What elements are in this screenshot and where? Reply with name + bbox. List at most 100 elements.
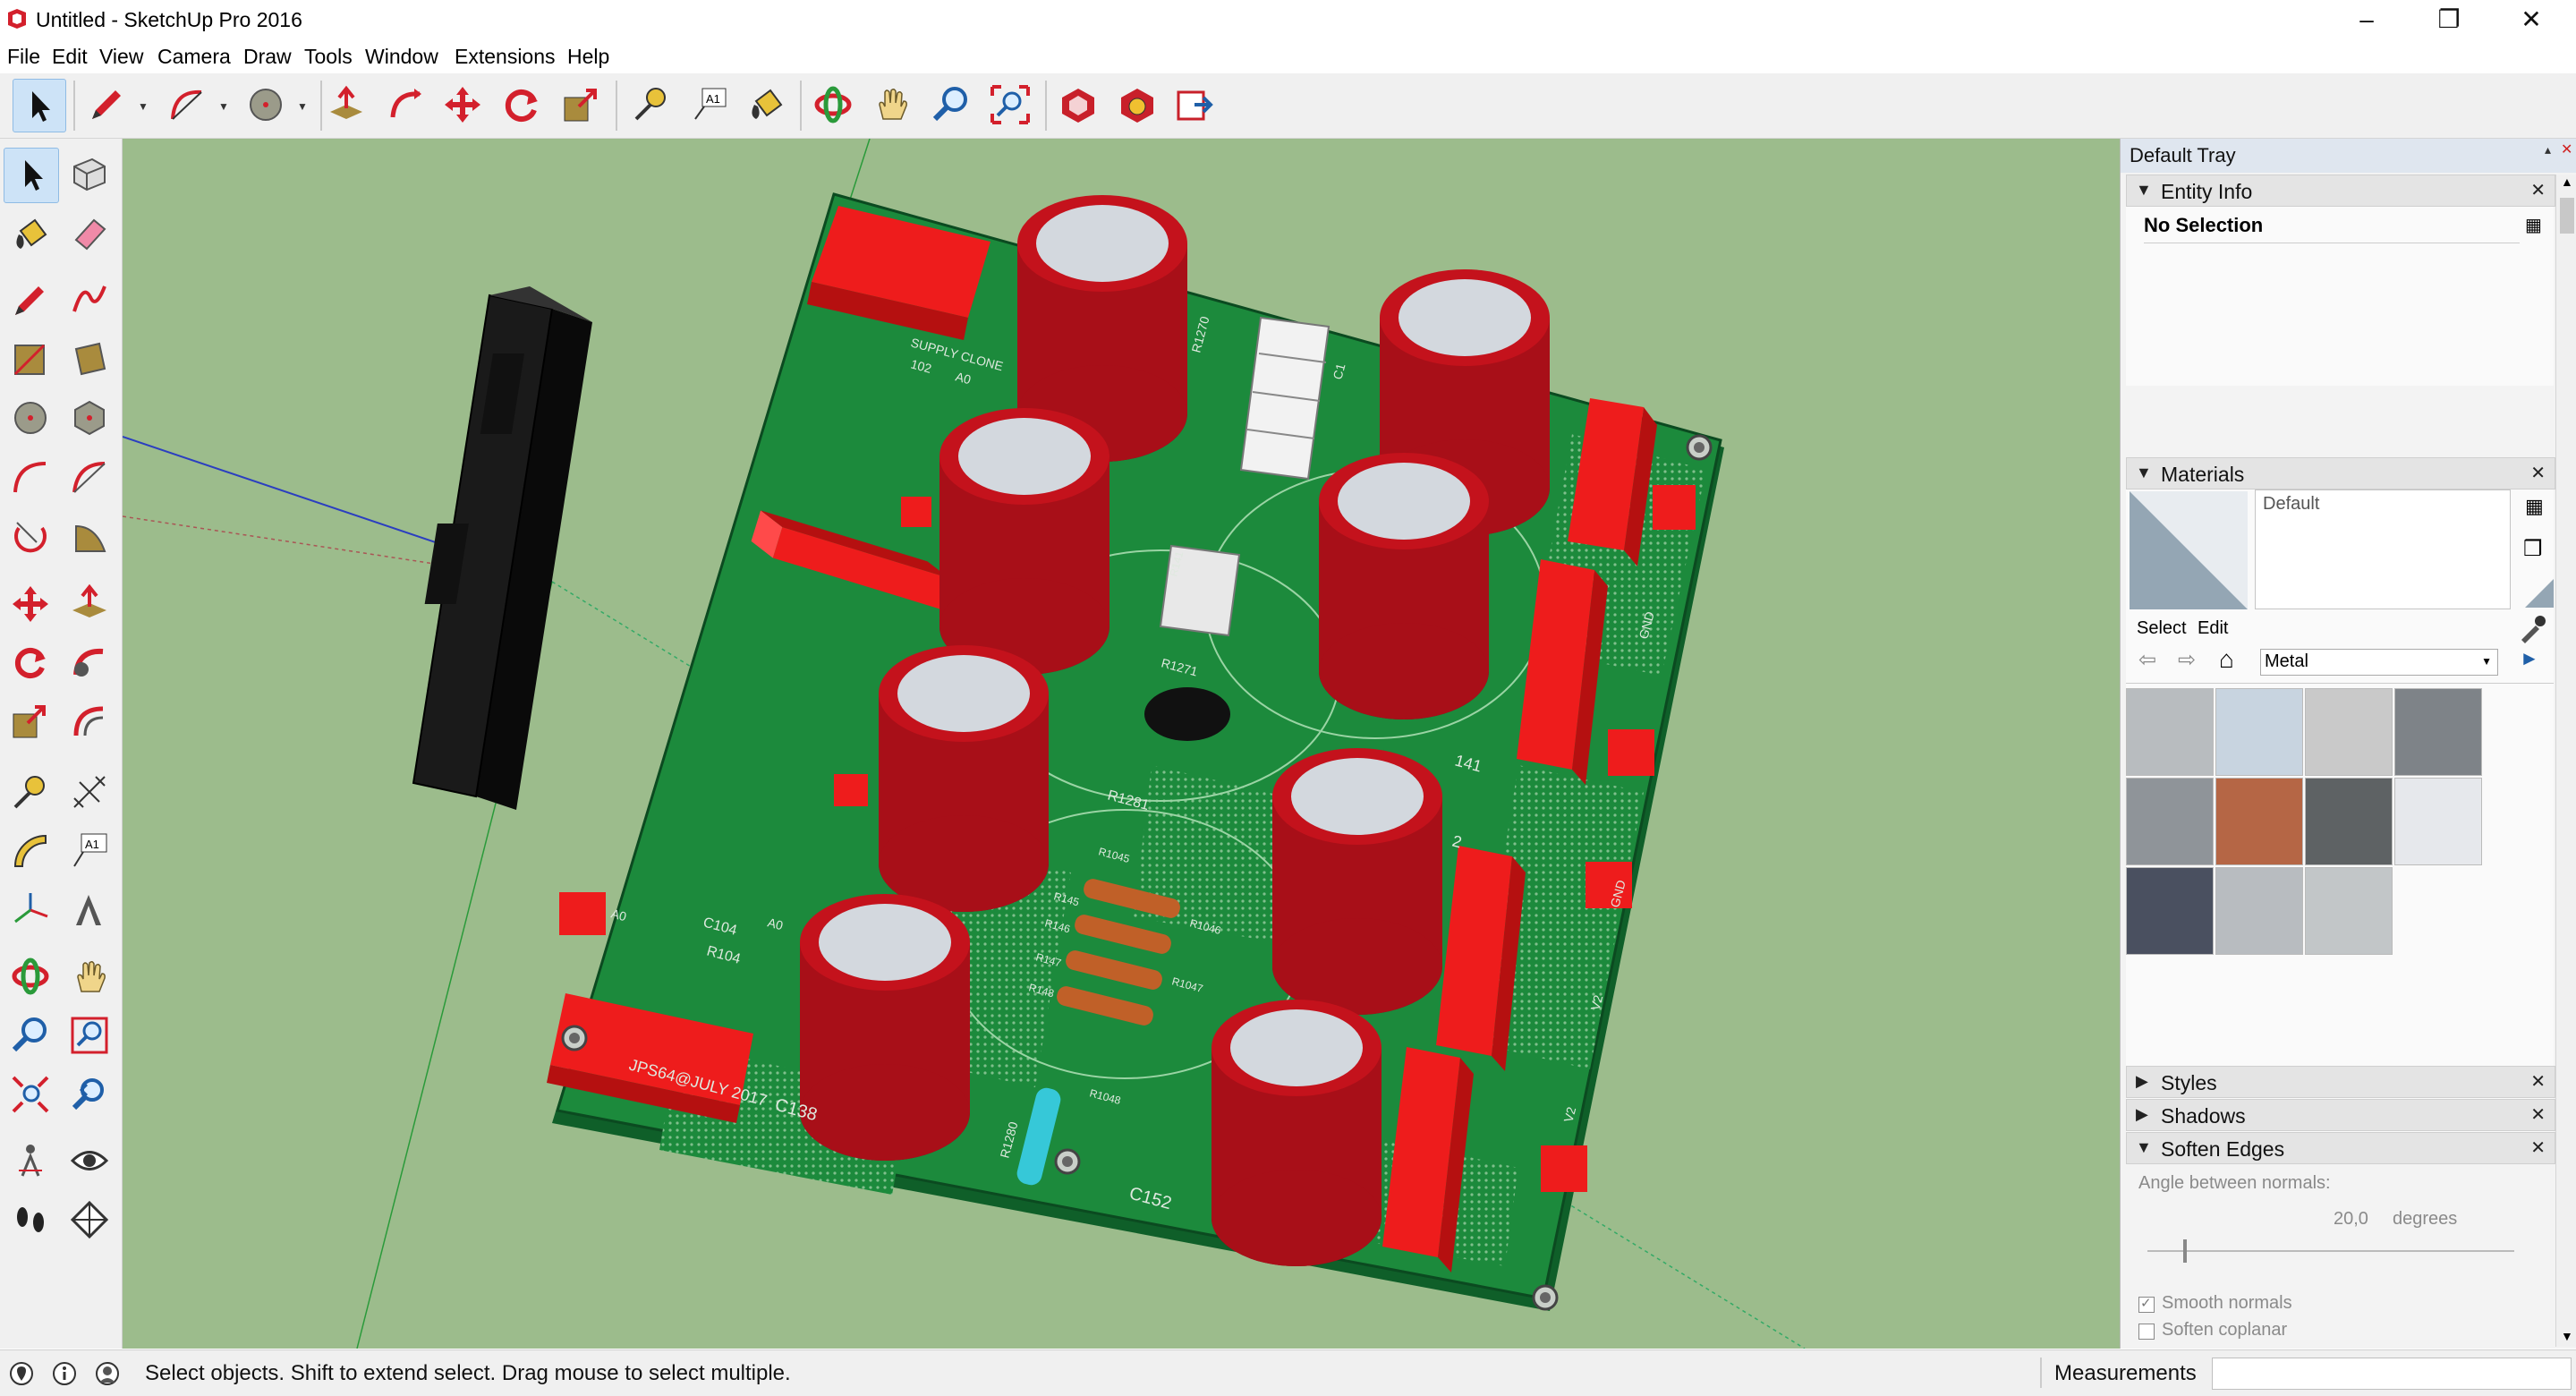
- shadows-panel-header[interactable]: ▶ Shadows ✕: [2126, 1099, 2555, 1131]
- material-swatch[interactable]: [2394, 688, 2482, 776]
- lt-look-around-button[interactable]: [63, 1134, 116, 1187]
- lt-2point-arc-button[interactable]: [63, 450, 116, 504]
- pencil-dropdown-icon[interactable]: ▼: [138, 100, 149, 113]
- small-component[interactable]: [1653, 485, 1696, 530]
- credits-info-icon[interactable]: [52, 1361, 77, 1386]
- extension-warehouse-button[interactable]: [1111, 79, 1163, 131]
- lt-pencil-button[interactable]: [4, 273, 57, 327]
- menu-help[interactable]: Help: [567, 45, 609, 69]
- lt-polygon-button[interactable]: [63, 391, 116, 445]
- small-component[interactable]: [1608, 729, 1654, 776]
- pencil-tool-button[interactable]: [81, 79, 132, 131]
- select-tool-button[interactable]: [13, 79, 66, 132]
- text-tool-button[interactable]: A1: [684, 79, 735, 131]
- rotate-tool-button[interactable]: [496, 79, 548, 131]
- capacitor[interactable]: [879, 645, 1049, 912]
- lt-3d-text-button[interactable]: [63, 883, 116, 937]
- panel-close-icon[interactable]: ✕: [2530, 1103, 2546, 1126]
- lt-zoom-button[interactable]: [4, 1009, 57, 1062]
- home-icon[interactable]: ⌂: [2219, 645, 2234, 674]
- zoom-tool-button[interactable]: [925, 79, 977, 131]
- menu-extensions[interactable]: Extensions: [455, 45, 556, 69]
- menu-window[interactable]: Window: [365, 45, 438, 69]
- material-swatch[interactable]: [2394, 778, 2482, 865]
- lt-arc-button[interactable]: [4, 450, 57, 504]
- menu-draw[interactable]: Draw: [243, 45, 292, 69]
- geo-location-icon[interactable]: [9, 1361, 34, 1386]
- lt-rectangle-button[interactable]: [4, 332, 57, 386]
- capacitor[interactable]: [800, 894, 970, 1161]
- paint-with-default-icon[interactable]: ❒: [2523, 536, 2543, 562]
- material-swatch[interactable]: [2215, 778, 2303, 865]
- smooth-normals-checkbox[interactable]: ✓: [2138, 1296, 2155, 1313]
- lt-position-camera-button[interactable]: [4, 1134, 57, 1187]
- material-swatch[interactable]: [2126, 688, 2214, 776]
- heatsink-module[interactable]: [412, 286, 592, 810]
- transistor[interactable]: [1144, 687, 1230, 741]
- small-component[interactable]: [834, 774, 868, 806]
- tape-measure-tool-button[interactable]: [625, 79, 676, 131]
- entity-info-panel-header[interactable]: ▼ Entity Info ✕: [2126, 174, 2555, 207]
- create-material-icon[interactable]: ▦: [2525, 495, 2544, 518]
- eyedropper-icon[interactable]: [2516, 613, 2548, 645]
- soften-edges-panel-header[interactable]: ▼ Soften Edges ✕: [2126, 1132, 2555, 1164]
- edit-tab[interactable]: Edit: [2198, 618, 2228, 639]
- material-swatch[interactable]: [2126, 778, 2214, 865]
- lt-rotate-button[interactable]: [4, 636, 57, 690]
- arc-dropdown-icon[interactable]: ▼: [218, 100, 229, 113]
- scene-canvas[interactable]: SUPPLY CLONE JPS64@JULY 2017 C138 C152 C…: [123, 139, 2120, 1349]
- lt-previous-view-button[interactable]: [63, 1068, 116, 1121]
- panel-close-icon[interactable]: ✕: [2530, 1136, 2546, 1159]
- lt-eraser-button[interactable]: [63, 207, 116, 260]
- forward-arrow-icon[interactable]: ⇨: [2178, 647, 2196, 673]
- menu-camera[interactable]: Camera: [157, 45, 231, 69]
- lt-orbit-button[interactable]: [4, 949, 57, 1003]
- angle-slider-thumb[interactable]: [2183, 1239, 2187, 1263]
- menu-tools[interactable]: Tools: [304, 45, 353, 69]
- lt-rotated-rectangle-button[interactable]: [63, 332, 116, 386]
- arc-tool-button[interactable]: [161, 79, 213, 131]
- lt-freehand-button[interactable]: [63, 273, 116, 327]
- zoom-extents-tool-button[interactable]: [984, 79, 1036, 131]
- soften-coplanar-checkbox[interactable]: [2138, 1324, 2155, 1340]
- lt-push-pull-button[interactable]: [63, 577, 116, 631]
- scroll-up-icon[interactable]: ▲: [2561, 174, 2573, 189]
- lt-zoom-extents-button[interactable]: [4, 1068, 57, 1121]
- move-tool-button[interactable]: [437, 79, 489, 131]
- lt-section-plane-button[interactable]: [63, 1193, 116, 1247]
- scroll-down-icon[interactable]: ▼: [2561, 1329, 2573, 1343]
- back-arrow-icon[interactable]: ⇦: [2138, 647, 2156, 673]
- lt-scale-button[interactable]: [4, 695, 57, 749]
- pan-tool-button[interactable]: [866, 79, 918, 131]
- push-pull-tool-button[interactable]: [320, 79, 372, 131]
- lt-walk-button[interactable]: [4, 1193, 57, 1247]
- capacitor[interactable]: [1319, 453, 1489, 719]
- small-component[interactable]: [559, 892, 606, 935]
- materials-panel-header[interactable]: ▼ Materials ✕: [2126, 457, 2555, 489]
- scale-tool-button[interactable]: [555, 79, 607, 131]
- measurements-field[interactable]: [2212, 1358, 2572, 1390]
- panel-close-icon[interactable]: ✕: [2530, 462, 2546, 484]
- material-swatch[interactable]: [2305, 778, 2393, 865]
- styles-panel-header[interactable]: ▶ Styles ✕: [2126, 1066, 2555, 1098]
- collection-dropdown[interactable]: Metal ▼: [2260, 649, 2498, 676]
- send-to-layout-button[interactable]: [1169, 79, 1220, 131]
- restore-button[interactable]: ❐: [2408, 0, 2490, 41]
- scroll-thumb[interactable]: [2560, 198, 2574, 234]
- tray-close-icon[interactable]: ✕: [2561, 140, 2572, 158]
- lt-tape-measure-button[interactable]: [4, 765, 57, 819]
- small-component[interactable]: [1541, 1145, 1587, 1192]
- material-swatch[interactable]: [2215, 688, 2303, 776]
- 3d-warehouse-button[interactable]: [1052, 79, 1104, 131]
- lt-protractor-button[interactable]: [4, 824, 57, 878]
- material-name-field[interactable]: Default: [2255, 489, 2511, 609]
- lt-pan-button[interactable]: [63, 949, 116, 1003]
- select-tab[interactable]: Select: [2137, 618, 2187, 639]
- small-component[interactable]: [901, 497, 931, 527]
- capacitor[interactable]: [939, 408, 1109, 675]
- material-swatch[interactable]: [2126, 867, 2214, 955]
- sample-paint-icon[interactable]: [2525, 579, 2554, 608]
- user-account-icon[interactable]: [95, 1361, 120, 1386]
- menu-view[interactable]: View: [99, 45, 143, 69]
- lt-dimension-button[interactable]: [63, 765, 116, 819]
